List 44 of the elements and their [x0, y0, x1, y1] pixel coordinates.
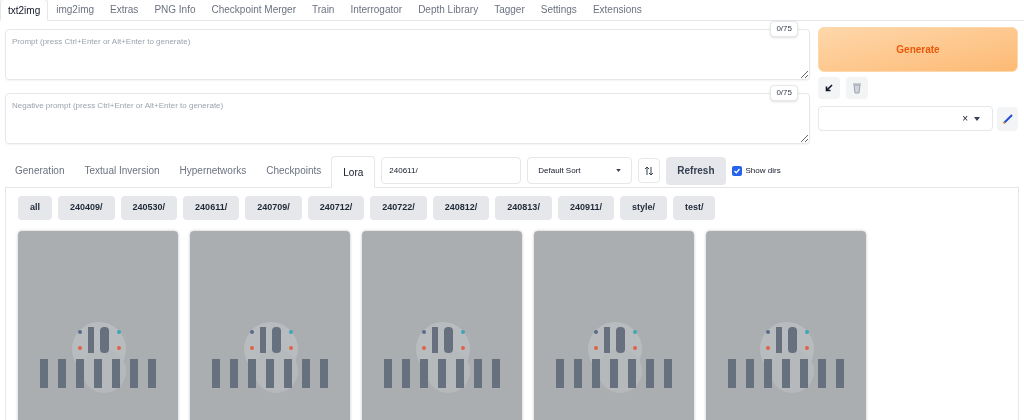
edit-button[interactable]	[997, 106, 1018, 131]
tab[interactable]: PNG Info	[146, 0, 204, 20]
tab[interactable]: Textual Inversion	[74, 155, 170, 186]
tab[interactable]: Tagger	[486, 0, 533, 20]
sort-order-button[interactable]	[638, 158, 661, 183]
folder-button[interactable]: 240709/	[245, 196, 302, 220]
tab[interactable]: Depth Library	[410, 0, 487, 20]
clear-button[interactable]: ×	[962, 111, 968, 126]
pencil-icon	[1001, 112, 1014, 125]
show-dirs-checkbox[interactable]: Show dirs	[731, 164, 781, 177]
tab[interactable]: Checkpoints	[256, 155, 332, 186]
tab[interactable]: txt2img	[0, 0, 49, 21]
sort-dropdown[interactable]: Default Sort	[527, 157, 633, 184]
check-icon	[732, 166, 741, 175]
tab[interactable]: Settings	[532, 0, 585, 20]
folder-button[interactable]: 240409/	[58, 196, 115, 220]
tab[interactable]: Hypernetworks	[169, 155, 257, 186]
arrow-button[interactable]	[818, 77, 840, 99]
folder-button[interactable]: test/	[672, 196, 716, 220]
swap-icon	[644, 165, 655, 176]
tab[interactable]: Train	[304, 0, 343, 20]
folder-button[interactable]: 240812/	[432, 196, 490, 220]
folder-button[interactable]: 240813/	[495, 196, 552, 220]
tab[interactable]: Generation	[5, 155, 75, 186]
folder-button[interactable]: 240712/	[307, 196, 365, 220]
tab[interactable]: Extras	[102, 0, 147, 20]
folder-button[interactable]: 240722/	[370, 196, 427, 220]
trash-icon	[852, 82, 862, 94]
folder-button[interactable]: 240611/	[183, 196, 240, 220]
arrow-icon	[824, 83, 834, 93]
folder-button[interactable]: 240911/	[557, 196, 614, 220]
tab[interactable]: Lora	[331, 156, 376, 188]
caret-icon	[616, 169, 622, 172]
refresh-button[interactable]: Refresh	[666, 156, 726, 185]
tab[interactable]: Extensions	[584, 0, 650, 20]
caret-icon	[974, 116, 980, 121]
folder-button[interactable]: 240530/	[120, 196, 178, 220]
style-dropdown[interactable]: ×	[818, 106, 993, 131]
folder-button[interactable]: all	[18, 196, 52, 220]
folder-button[interactable]: style/	[619, 196, 667, 220]
tab[interactable]: Checkpoint Merger	[203, 0, 304, 20]
tab[interactable]: Interrogator	[342, 0, 411, 20]
tab[interactable]: img2img	[48, 0, 103, 20]
search-field[interactable]: 240611/	[381, 157, 522, 184]
